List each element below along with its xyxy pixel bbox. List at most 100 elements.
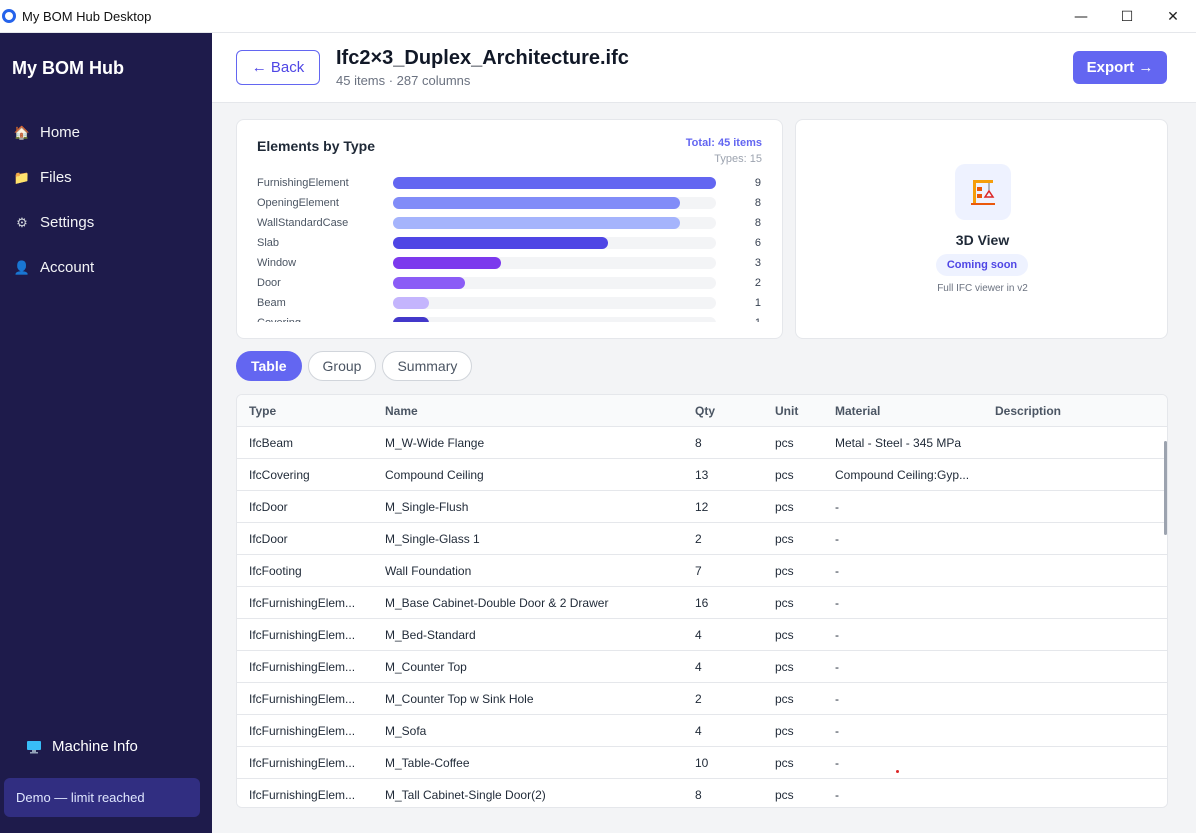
cell-name: M_Bed-Standard bbox=[385, 628, 476, 642]
tab-table[interactable]: Table bbox=[236, 351, 302, 381]
cell-type: IfcFurnishingElem... bbox=[249, 692, 356, 706]
column-header-qty[interactable]: Qty bbox=[695, 404, 715, 418]
tab-group[interactable]: Group bbox=[307, 351, 377, 381]
bar-row[interactable]: Door 2 bbox=[257, 276, 764, 296]
cell-material: - bbox=[835, 532, 839, 546]
bar-row[interactable]: Covering 1 bbox=[257, 316, 764, 322]
cell-material: Metal - Steel - 345 MPa bbox=[835, 436, 962, 450]
cell-type: IfcCovering bbox=[249, 468, 310, 482]
column-header-description[interactable]: Description bbox=[995, 404, 1061, 418]
cell-material: - bbox=[835, 564, 839, 578]
table-row[interactable]: IfcFurnishingElem... M_Counter Top 4 pcs - bbox=[237, 651, 1167, 683]
bar-row[interactable]: OpeningElement 8 bbox=[257, 196, 764, 216]
cell-unit: pcs bbox=[775, 500, 794, 514]
table-row[interactable]: IfcFurnishingElem... M_Base Cabinet-Doubl… bbox=[237, 587, 1167, 619]
brand-title: My BOM Hub bbox=[12, 58, 124, 78]
bar-row[interactable]: Beam 1 bbox=[257, 296, 764, 316]
cell-qty: 13 bbox=[695, 468, 709, 482]
table-row[interactable]: IfcFurnishingElem... M_Sofa 4 pcs - bbox=[237, 715, 1167, 747]
cell-name: M_W-Wide Flange bbox=[385, 436, 485, 450]
cell-qty: 4 bbox=[695, 660, 702, 674]
page-header: ← Back Ifc2×3_Duplex_Architecture.ifc 45… bbox=[212, 33, 1196, 103]
cell-qty: 8 bbox=[695, 788, 702, 802]
bar-label: WallStandardCase bbox=[257, 217, 349, 229]
tab-summary[interactable]: Summary bbox=[382, 351, 473, 381]
bar-value-label: 3 bbox=[754, 257, 761, 269]
column-header-material[interactable]: Material bbox=[835, 404, 880, 418]
column-header-unit[interactable]: Unit bbox=[775, 404, 798, 418]
bar bbox=[393, 237, 609, 249]
maximize-button[interactable]: ☐ bbox=[1104, 0, 1150, 33]
table-row[interactable]: IfcFooting Wall Foundation 7 pcs - bbox=[237, 555, 1167, 587]
sidebar-item-files[interactable]: 📁 Files bbox=[14, 169, 72, 186]
bar-label: Slab bbox=[257, 237, 280, 249]
bar-row[interactable]: Slab 6 bbox=[257, 236, 764, 256]
cell-type: IfcFurnishingElem... bbox=[249, 788, 356, 802]
cell-material: - bbox=[835, 756, 839, 770]
bar-label: FurnishingElement bbox=[257, 177, 349, 189]
main-content: ← Back Ifc2×3_Duplex_Architecture.ifc 45… bbox=[212, 33, 1196, 833]
cell-material: - bbox=[835, 596, 839, 610]
column-header-type[interactable]: Type bbox=[249, 404, 276, 418]
machine-info-button[interactable]: Machine Info bbox=[26, 738, 138, 755]
bar-row[interactable]: FurnishingElement 9 bbox=[257, 176, 764, 196]
table-row[interactable]: IfcFurnishingElem... M_Tall Cabinet-Singl… bbox=[237, 779, 1167, 807]
table-row[interactable]: IfcDoor M_Single-Glass 1 2 pcs - bbox=[237, 523, 1167, 555]
bar-label: Door bbox=[257, 277, 281, 289]
chart-types-count: Types: 15 bbox=[714, 153, 762, 165]
cell-name: Compound Ceiling bbox=[385, 468, 484, 482]
bar-row[interactable]: WallStandardCase 8 bbox=[257, 216, 764, 236]
cursor-dot bbox=[896, 770, 899, 773]
cell-type: IfcFurnishingElem... bbox=[249, 724, 356, 738]
cell-type: IfcFooting bbox=[249, 564, 302, 578]
window-titlebar: My BOM Hub Desktop — ☐ ✕ bbox=[0, 0, 1196, 33]
export-button[interactable]: Export → bbox=[1073, 51, 1167, 84]
table-row[interactable]: IfcFurnishingElem... M_Bed-Standard 4 pcs - bbox=[237, 619, 1167, 651]
sidebar-item-settings[interactable]: ⚙ Settings bbox=[14, 214, 94, 231]
bar bbox=[393, 277, 465, 289]
cell-unit: pcs bbox=[775, 692, 794, 706]
cell-material: - bbox=[835, 692, 839, 706]
cell-name: M_Base Cabinet-Double Door & 2 Drawer bbox=[385, 596, 609, 610]
cell-unit: pcs bbox=[775, 436, 794, 450]
bar-track bbox=[393, 197, 716, 209]
table-scrollbar[interactable] bbox=[1164, 441, 1167, 535]
bar-track bbox=[393, 317, 716, 322]
bar-track bbox=[393, 237, 716, 249]
bar bbox=[393, 217, 681, 229]
bar-label: Beam bbox=[257, 297, 286, 309]
cell-type: IfcFurnishingElem... bbox=[249, 628, 356, 642]
table-row[interactable]: IfcBeam M_W-Wide Flange 8 pcs Metal - Steel … bbox=[237, 427, 1167, 459]
sidebar-item-label: Files bbox=[40, 169, 72, 186]
bar bbox=[393, 177, 716, 189]
table-row[interactable]: IfcCovering Compound Ceiling 13 pcs Compound… bbox=[237, 459, 1167, 491]
bar-row[interactable]: Window 3 bbox=[257, 256, 764, 276]
bar bbox=[393, 317, 429, 322]
close-button[interactable]: ✕ bbox=[1150, 0, 1196, 33]
cell-name: M_Counter Top w Sink Hole bbox=[385, 692, 534, 706]
monitor-icon bbox=[27, 740, 41, 753]
back-button[interactable]: ← Back bbox=[236, 50, 320, 85]
user-icon: 👤 bbox=[13, 259, 31, 275]
table-header: Type Name Qty Unit Material Description bbox=[237, 395, 1167, 427]
table-row[interactable]: IfcDoor M_Single-Flush 12 pcs - bbox=[237, 491, 1167, 523]
cell-name: Wall Foundation bbox=[385, 564, 472, 578]
column-header-name[interactable]: Name bbox=[385, 404, 418, 418]
table-row[interactable]: IfcFurnishingElem... M_Table-Coffee 10 pcs - bbox=[237, 747, 1167, 779]
cell-qty: 7 bbox=[695, 564, 702, 578]
bar bbox=[393, 257, 501, 269]
cell-unit: pcs bbox=[775, 660, 794, 674]
cell-qty: 4 bbox=[695, 724, 702, 738]
cell-type: IfcFurnishingElem... bbox=[249, 756, 356, 770]
bar-chart[interactable]: FurnishingElement 9 OpeningElement 8 WallSta… bbox=[257, 176, 764, 322]
bar-value-label: 2 bbox=[754, 277, 761, 289]
minimize-button[interactable]: — bbox=[1058, 0, 1104, 33]
sidebar-item-label: Account bbox=[40, 259, 95, 276]
bar-track bbox=[393, 217, 716, 229]
cell-qty: 16 bbox=[695, 596, 709, 610]
cell-unit: pcs bbox=[775, 788, 794, 802]
sidebar-item-home[interactable]: 🏠 Home bbox=[14, 124, 80, 141]
table-row[interactable]: IfcFurnishingElem... M_Counter Top w Sink… bbox=[237, 683, 1167, 715]
sidebar-item-account[interactable]: 👤 Account bbox=[14, 259, 94, 276]
cell-unit: pcs bbox=[775, 596, 794, 610]
